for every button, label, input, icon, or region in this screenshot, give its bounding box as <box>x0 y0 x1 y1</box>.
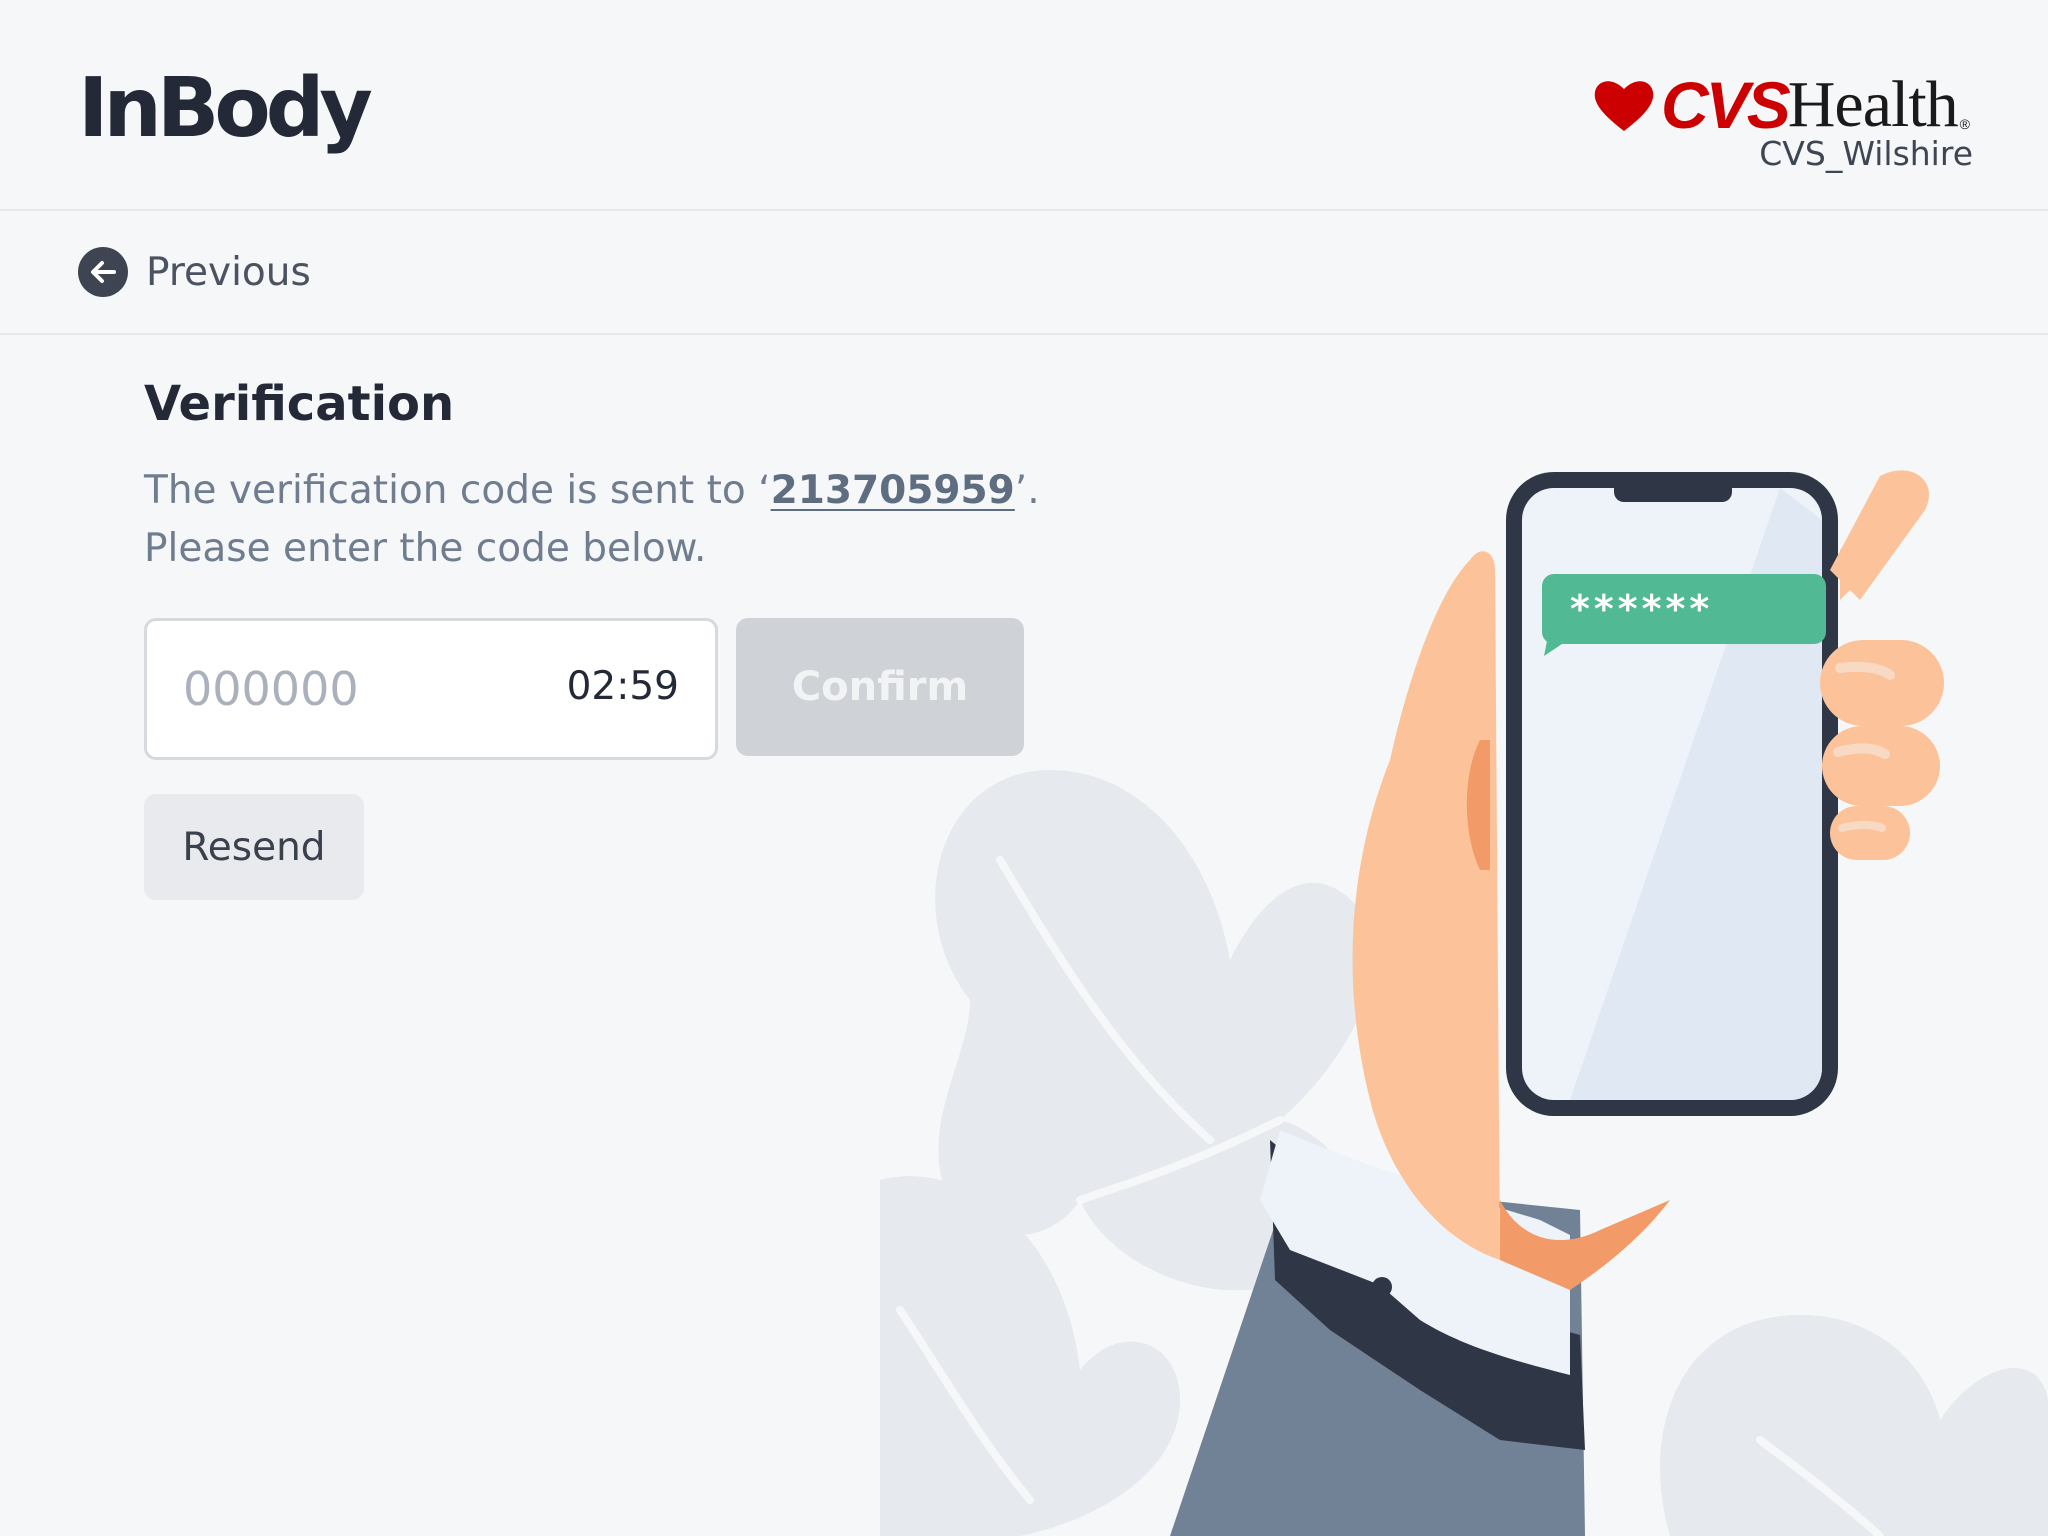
registered-mark: ® <box>1959 116 1970 132</box>
smartphone <box>1506 472 1838 1116</box>
fingers <box>1820 470 1944 860</box>
verification-code-input[interactable] <box>183 621 543 757</box>
previous-label: Previous <box>146 249 311 295</box>
cvs-brand-text: CVS <box>1661 68 1791 142</box>
arrow-left-icon <box>78 247 128 297</box>
heart-icon <box>1594 81 1654 131</box>
description-prefix: The verification code is sent to ‘ <box>144 468 771 513</box>
nav-bar: Previous <box>0 211 2048 335</box>
resend-button[interactable]: Resend <box>144 794 364 900</box>
phone-in-hand-illustration: ****** <box>880 470 2048 1536</box>
page-title: Verification <box>144 376 455 432</box>
store-name: CVS_Wilshire <box>1759 134 1973 173</box>
inbody-logo: InBody <box>78 61 373 156</box>
previous-button[interactable]: Previous <box>78 245 311 299</box>
message-bubble: ****** <box>1542 574 1826 656</box>
code-field: 02:59 <box>144 618 718 760</box>
countdown-timer: 02:59 <box>566 664 679 709</box>
health-brand-text: Health <box>1787 68 1959 141</box>
header: InBody CVS Health ® CVS_Wilshire <box>0 0 2048 211</box>
message-text: ****** <box>1570 587 1713 631</box>
cvs-health-logo: CVS Health ® <box>1593 70 1970 140</box>
